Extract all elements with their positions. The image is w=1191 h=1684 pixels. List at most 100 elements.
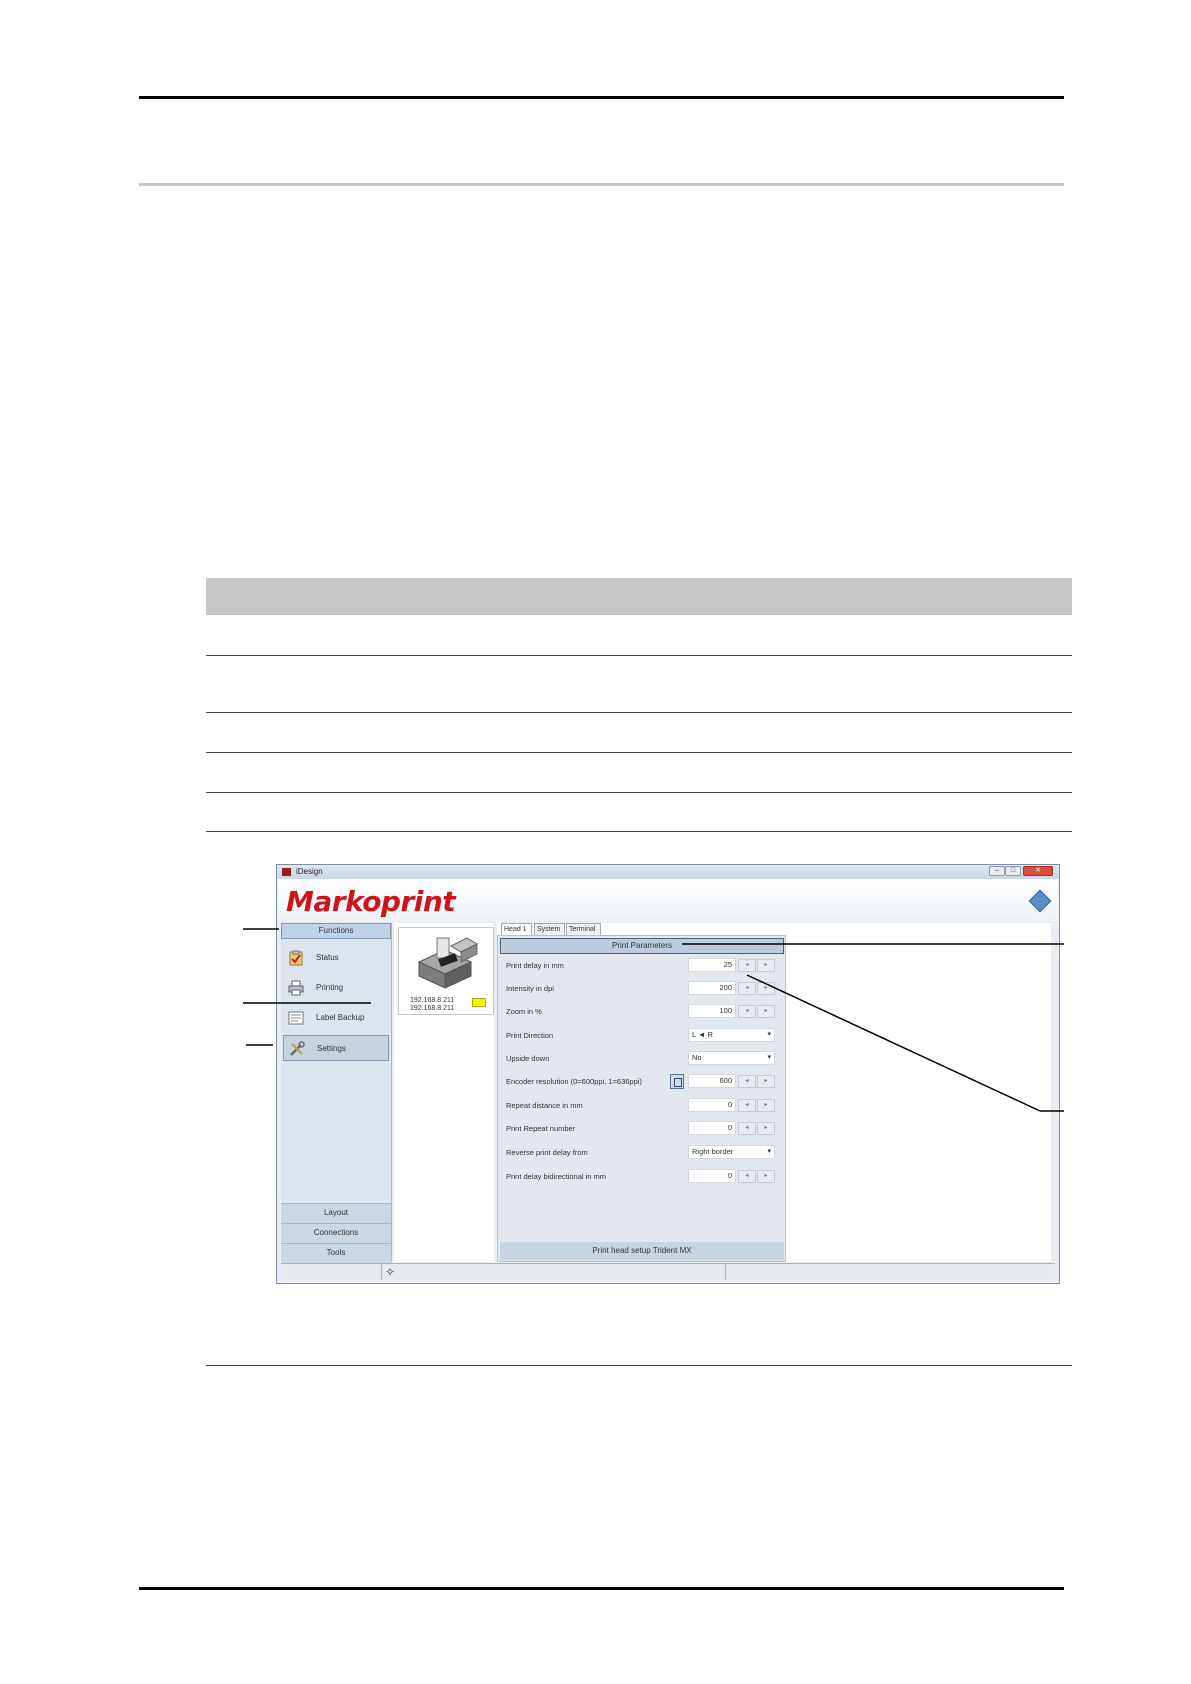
increment-button[interactable]: ▸ — [757, 1075, 775, 1088]
brand-bar: Markoprint — [278, 879, 1058, 921]
repeat-distance-input[interactable]: 0 — [688, 1098, 736, 1112]
intensity-input[interactable]: 200 — [688, 981, 736, 995]
repeat-number-input[interactable]: 0 — [688, 1121, 736, 1135]
app-screenshot-window: iDesign – □ ✕ Markoprint Functions Statu… — [276, 864, 1060, 1284]
chevron-down-icon: ▾ — [767, 1054, 771, 1061]
print-direction-select[interactable]: L ◄ R ▾ — [688, 1028, 775, 1042]
maximize-button[interactable]: □ — [1005, 866, 1021, 876]
sidebar-footer-tools[interactable]: Tools — [281, 1243, 391, 1263]
callout-lines — [243, 928, 1064, 1112]
param-row-zoom: Zoom in % 100 ◂ ▸ — [506, 1004, 782, 1020]
table-row — [206, 713, 1072, 753]
increment-button[interactable]: ▸ — [757, 1099, 775, 1112]
increment-button[interactable]: ▸ — [757, 982, 775, 995]
parameter-panel: Head 1 System Terminal Print Parameters … — [497, 923, 1051, 1262]
sidebar-footer-connections[interactable]: Connections — [281, 1223, 391, 1243]
device-ip-secondary: 192.168.8.211 — [410, 1005, 455, 1012]
printer-icon — [288, 980, 304, 996]
increment-button[interactable]: ▸ — [757, 1122, 775, 1135]
decrement-button[interactable]: ◂ — [738, 1122, 756, 1135]
param-label: Intensity in dpi — [506, 984, 554, 993]
info-icon[interactable] — [1028, 889, 1052, 913]
print-head-setup-footer: Print head setup Trident MX — [500, 1242, 784, 1260]
select-value: L ◄ R — [692, 1030, 713, 1039]
page-top-rule — [139, 96, 1064, 99]
select-value: No — [692, 1053, 702, 1062]
decrement-button[interactable]: ◂ — [738, 1075, 756, 1088]
param-label: Print Repeat number — [506, 1124, 576, 1133]
param-row-bidirectional-delay: Print delay bidirectional in mm 0 ◂ ▸ — [506, 1169, 782, 1185]
device-status-indicator — [472, 998, 486, 1007]
table-row — [206, 793, 1072, 832]
param-row-reverse-delay: Reverse print delay from Right border ▾ — [506, 1145, 782, 1161]
param-label: Repeat distance in mm — [506, 1101, 583, 1110]
device-card[interactable]: 192.168.8.211 192.168.8.211 — [398, 927, 494, 1015]
decrement-button[interactable]: ◂ — [738, 1170, 756, 1183]
tab-terminal[interactable]: Terminal — [566, 923, 601, 935]
decrement-button[interactable]: ◂ — [738, 959, 756, 972]
sidebar-item-printing[interactable]: Printing — [283, 975, 389, 1001]
param-row-print-direction: Print Direction L ◄ R ▾ — [506, 1028, 782, 1044]
sidebar-item-label: Settings — [317, 1044, 346, 1053]
sidebar-item-label: Label Backup — [316, 1013, 365, 1022]
minimize-button[interactable]: – — [989, 866, 1005, 876]
bidirectional-delay-input[interactable]: 0 — [688, 1169, 736, 1183]
sparkle-icon[interactable]: ✧ — [385, 1265, 395, 1279]
app-icon — [282, 868, 291, 876]
clipboard-check-icon — [289, 950, 303, 966]
param-label: Encoder resolution (0=600ppi, 1=636ppi) — [506, 1077, 642, 1086]
upside-down-select[interactable]: No ▾ — [688, 1051, 775, 1065]
decrement-button[interactable]: ◂ — [738, 982, 756, 995]
param-row-upside-down: Upside down No ▾ — [506, 1051, 782, 1067]
table-row — [206, 615, 1072, 656]
sidebar-item-label: Status — [316, 953, 339, 962]
decrement-button[interactable]: ◂ — [738, 1005, 756, 1018]
table-row — [206, 753, 1072, 793]
status-divider — [725, 1264, 726, 1280]
decrement-button[interactable]: ◂ — [738, 1099, 756, 1112]
calculator-icon[interactable] — [670, 1074, 684, 1089]
param-label: Upside down — [506, 1054, 550, 1063]
figure-bottom-rule — [206, 1365, 1072, 1366]
param-label: Print delay in mm — [506, 961, 564, 970]
param-row-print-delay: Print delay in mm 25 ◂ ▸ — [506, 958, 782, 974]
label-backup-icon — [288, 1011, 304, 1025]
print-parameters-header: Print Parameters — [500, 938, 784, 954]
close-button[interactable]: ✕ — [1023, 866, 1053, 876]
table-row — [206, 656, 1072, 713]
encoder-resolution-input[interactable]: 600 — [688, 1074, 736, 1088]
status-bar: ✧ — [281, 1263, 1055, 1280]
page-bottom-rule — [139, 1587, 1064, 1590]
page-sub-rule — [139, 183, 1064, 186]
param-row-repeat-number: Print Repeat number 0 ◂ ▸ — [506, 1121, 782, 1137]
param-label: Print Direction — [506, 1031, 554, 1040]
title-bar: iDesign – □ ✕ — [277, 865, 1059, 879]
print-parameters-area: Print Parameters Print delay in mm 25 ◂ … — [497, 935, 786, 1262]
param-label: Zoom in % — [506, 1007, 542, 1016]
tools-icon — [290, 1041, 305, 1056]
print-head-icon — [417, 937, 479, 989]
tab-system[interactable]: System — [534, 923, 565, 935]
param-label: Print delay bidirectional in mm — [506, 1172, 607, 1181]
param-row-intensity: Intensity in dpi 200 ◂ ▸ — [506, 981, 782, 997]
chevron-down-icon: ▾ — [767, 1148, 771, 1155]
param-row-repeat-distance: Repeat distance in mm 0 ◂ ▸ — [506, 1098, 782, 1114]
device-ip: 192.168.8.211 — [410, 997, 455, 1004]
increment-button[interactable]: ▸ — [757, 959, 775, 972]
print-delay-input[interactable]: 25 — [688, 958, 736, 972]
functions-header[interactable]: Functions — [281, 923, 391, 939]
reverse-delay-select[interactable]: Right border ▾ — [688, 1145, 775, 1159]
sidebar-footer-layout[interactable]: Layout — [281, 1203, 391, 1223]
sidebar-item-label-backup[interactable]: Label Backup — [283, 1005, 389, 1031]
chevron-down-icon: ▾ — [767, 1031, 771, 1038]
brand-logo: Markoprint — [286, 885, 456, 918]
increment-button[interactable]: ▸ — [757, 1170, 775, 1183]
document-table — [206, 578, 1072, 832]
window-title: iDesign — [296, 867, 323, 876]
sidebar-item-status[interactable]: Status — [283, 945, 389, 971]
sidebar-item-settings[interactable]: Settings — [283, 1035, 389, 1061]
status-divider — [381, 1264, 382, 1280]
param-label: Reverse print delay from — [506, 1148, 588, 1157]
increment-button[interactable]: ▸ — [757, 1005, 775, 1018]
zoom-input[interactable]: 100 — [688, 1004, 736, 1018]
